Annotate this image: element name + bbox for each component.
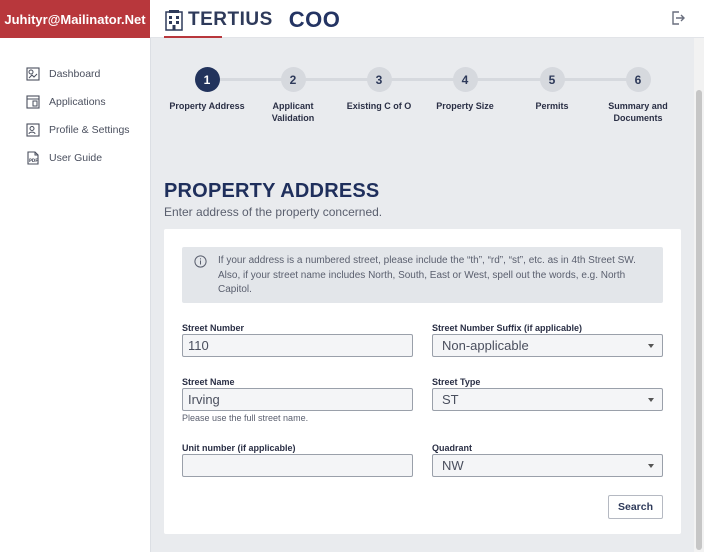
address-form-card: If your address is a numbered street, pl… [164, 229, 681, 534]
quadrant-label: Quadrant [432, 443, 473, 453]
step-label: Permits [535, 101, 569, 111]
street-type-label: Street Type [432, 377, 481, 387]
brand-underline [164, 36, 222, 38]
step-label: Summary and Documents [608, 101, 668, 123]
step-number: 4 [452, 67, 478, 92]
scrollbar-thumb[interactable] [696, 90, 702, 550]
sidebar: Dashboard Applications Profile & Setting… [0, 38, 151, 552]
step-number: 2 [280, 67, 306, 92]
info-icon [194, 255, 207, 268]
unit-number-input[interactable] [182, 454, 413, 477]
sidebar-item-user-guide[interactable]: PDF User Guide [26, 150, 102, 166]
quadrant-select[interactable]: NW [432, 454, 663, 477]
step-summary-documents[interactable]: 6 Summary and Documents [588, 67, 688, 124]
sidebar-item-label: Profile & Settings [49, 124, 130, 136]
sidebar-item-dashboard[interactable]: Dashboard [26, 66, 100, 82]
sidebar-item-label: User Guide [49, 152, 103, 164]
step-permits[interactable]: 5 Permits [502, 67, 602, 112]
unit-number-label: Unit number (if applicable) [182, 443, 296, 453]
street-name-label: Street Name [182, 377, 235, 387]
street-number-label: Street Number [182, 323, 245, 333]
dashboard-icon [26, 67, 40, 81]
search-button[interactable]: Search [608, 495, 663, 519]
street-number-input[interactable] [182, 334, 413, 357]
sidebar-item-label: Dashboard [49, 68, 101, 80]
step-number: 3 [366, 67, 392, 92]
step-property-address[interactable]: 1 Property Address [157, 67, 257, 112]
chevron-down-icon [648, 464, 654, 468]
top-header: Juhityr@Mailinator.Net TERTIUS COO [0, 0, 704, 38]
info-text: If your address is a numbered street, pl… [218, 255, 636, 295]
brand-product: COO [288, 7, 341, 32]
profile-icon [26, 123, 40, 137]
progress-stepper: 1 Property Address 2 Applicant Validatio… [164, 62, 684, 132]
user-email-badge[interactable]: Juhityr@Mailinator.Net [0, 0, 150, 38]
page-title: PROPERTY ADDRESS [164, 180, 380, 202]
sidebar-item-applications[interactable]: Applications [26, 94, 106, 110]
street-name-help: Please use the full street name. [182, 413, 309, 423]
sidebar-item-profile-settings[interactable]: Profile & Settings [26, 122, 130, 138]
step-label: Property Size [436, 101, 494, 111]
select-value: ST [442, 392, 459, 407]
step-applicant-validation[interactable]: 2 Applicant Validation [243, 67, 343, 124]
building-icon [165, 10, 183, 31]
select-value: Non-applicable [442, 338, 529, 353]
step-label: Applicant Validation [271, 101, 315, 123]
page-subtitle: Enter address of the property concerned. [164, 205, 383, 219]
sidebar-item-label: Applications [49, 96, 106, 108]
step-number: 1 [194, 67, 220, 92]
street-number-suffix-select[interactable]: Non-applicable [432, 334, 663, 357]
step-property-size[interactable]: 4 Property Size [415, 67, 515, 112]
pdf-icon: PDF [27, 151, 39, 165]
svg-text:PDF: PDF [29, 158, 38, 163]
step-number: 6 [625, 67, 651, 92]
page-scrollbar[interactable] [694, 38, 704, 552]
brand-name: TERTIUS [188, 9, 273, 30]
chevron-down-icon [648, 344, 654, 348]
select-value: NW [442, 458, 464, 473]
step-label: Existing C of O [346, 101, 412, 111]
brand-logo[interactable]: TERTIUS COO [164, 5, 340, 35]
step-number: 5 [539, 67, 565, 92]
street-number-suffix-label: Street Number Suffix (if applicable) [432, 323, 583, 333]
applications-icon [26, 95, 40, 109]
street-name-input[interactable] [182, 388, 413, 411]
info-notice: If your address is a numbered street, pl… [182, 247, 663, 303]
step-existing-c-of-o[interactable]: 3 Existing C of O [329, 67, 429, 112]
chevron-down-icon [648, 398, 654, 402]
street-type-select[interactable]: ST [432, 388, 663, 411]
step-label: Property Address [169, 101, 245, 111]
logout-icon[interactable] [670, 10, 686, 26]
